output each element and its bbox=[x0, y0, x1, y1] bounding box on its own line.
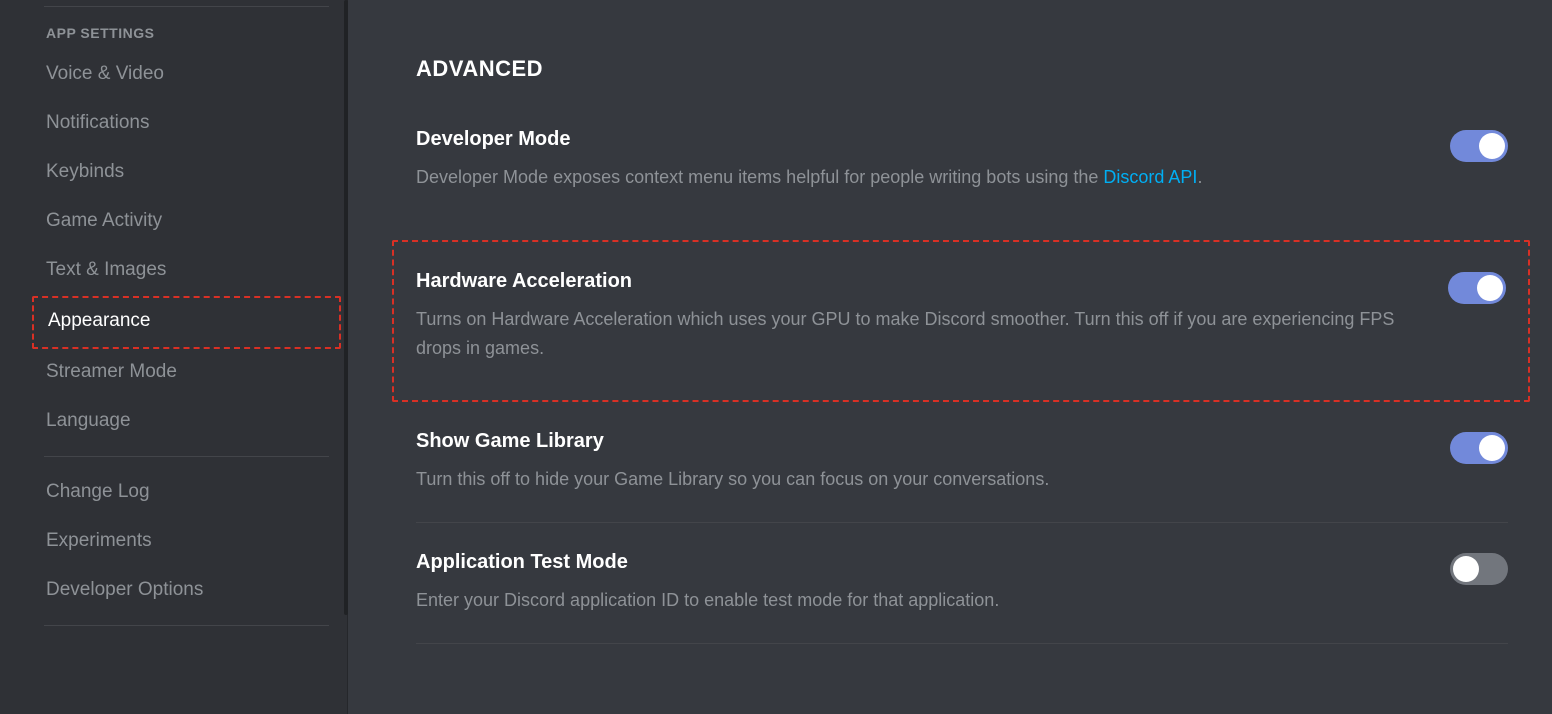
discord-api-link[interactable]: Discord API bbox=[1103, 167, 1197, 187]
sidebar-item-label: Text & Images bbox=[46, 259, 166, 280]
sidebar-item-label: Voice & Video bbox=[46, 63, 164, 84]
toggle-show-game-library[interactable] bbox=[1450, 432, 1508, 464]
toggle-hardware-acceleration[interactable] bbox=[1448, 272, 1506, 304]
setting-description: Enter your Discord application ID to ena… bbox=[416, 586, 1410, 615]
setting-content: Application Test Mode Enter your Discord… bbox=[416, 551, 1450, 615]
sidebar-item-change-log[interactable]: Change Log bbox=[44, 469, 339, 515]
sidebar-item-streamer-mode[interactable]: Streamer Mode bbox=[44, 349, 339, 395]
page-title: ADVANCED bbox=[416, 56, 1508, 82]
sidebar-divider bbox=[44, 6, 329, 7]
sidebar-divider bbox=[44, 625, 329, 626]
setting-description: Turns on Hardware Acceleration which use… bbox=[416, 305, 1408, 363]
setting-content: Developer Mode Developer Mode exposes co… bbox=[416, 128, 1450, 192]
setting-title: Hardware Acceleration bbox=[416, 270, 1408, 293]
sidebar-item-developer-options[interactable]: Developer Options bbox=[44, 567, 339, 613]
sidebar-item-label: Notifications bbox=[46, 112, 150, 133]
sidebar: APP SETTINGS Voice & Video Notifications… bbox=[0, 0, 348, 714]
toggle-developer-mode[interactable] bbox=[1450, 130, 1508, 162]
sidebar-item-game-activity[interactable]: Game Activity bbox=[44, 198, 339, 244]
highlight-box-sidebar: Appearance bbox=[32, 296, 341, 349]
sidebar-item-label: Streamer Mode bbox=[46, 361, 177, 382]
toggle-knob bbox=[1479, 435, 1505, 461]
sidebar-item-voice-video[interactable]: Voice & Video bbox=[44, 51, 339, 97]
setting-description: Developer Mode exposes context menu item… bbox=[416, 163, 1410, 192]
sidebar-item-experiments[interactable]: Experiments bbox=[44, 518, 339, 564]
setting-description: Turn this off to hide your Game Library … bbox=[416, 465, 1410, 494]
sidebar-item-notifications[interactable]: Notifications bbox=[44, 100, 339, 146]
sidebar-item-text-images[interactable]: Text & Images bbox=[44, 247, 339, 293]
toggle-knob bbox=[1477, 275, 1503, 301]
sidebar-item-label: Game Activity bbox=[46, 210, 162, 231]
toggle-knob bbox=[1479, 133, 1505, 159]
sidebar-item-label: Change Log bbox=[46, 481, 150, 502]
setting-divider bbox=[416, 522, 1508, 523]
setting-content: Hardware Acceleration Turns on Hardware … bbox=[416, 270, 1448, 363]
setting-divider bbox=[416, 643, 1508, 644]
setting-title: Show Game Library bbox=[416, 430, 1410, 453]
setting-title: Application Test Mode bbox=[416, 551, 1410, 574]
setting-show-game-library: Show Game Library Turn this off to hide … bbox=[416, 430, 1508, 522]
highlight-box-main: Hardware Acceleration Turns on Hardware … bbox=[392, 240, 1530, 403]
sidebar-item-label: Developer Options bbox=[46, 579, 203, 600]
setting-developer-mode: Developer Mode Developer Mode exposes co… bbox=[416, 128, 1508, 220]
toggle-knob bbox=[1453, 556, 1479, 582]
sidebar-item-appearance[interactable]: Appearance bbox=[46, 298, 339, 344]
sidebar-item-keybinds[interactable]: Keybinds bbox=[44, 149, 339, 195]
sidebar-item-label: Appearance bbox=[48, 310, 150, 331]
setting-content: Show Game Library Turn this off to hide … bbox=[416, 430, 1450, 494]
sidebar-divider bbox=[44, 456, 329, 457]
sidebar-item-label: Language bbox=[46, 410, 131, 431]
toggle-application-test-mode[interactable] bbox=[1450, 553, 1508, 585]
main-content: ADVANCED Developer Mode Developer Mode e… bbox=[348, 0, 1552, 714]
setting-application-test-mode: Application Test Mode Enter your Discord… bbox=[416, 551, 1508, 643]
setting-title: Developer Mode bbox=[416, 128, 1410, 151]
sidebar-item-language[interactable]: Language bbox=[44, 398, 339, 444]
sidebar-item-label: Keybinds bbox=[46, 161, 124, 182]
sidebar-section-header: APP SETTINGS bbox=[44, 25, 339, 51]
sidebar-item-label: Experiments bbox=[46, 530, 152, 551]
setting-hardware-acceleration: Hardware Acceleration Turns on Hardware … bbox=[416, 270, 1506, 401]
